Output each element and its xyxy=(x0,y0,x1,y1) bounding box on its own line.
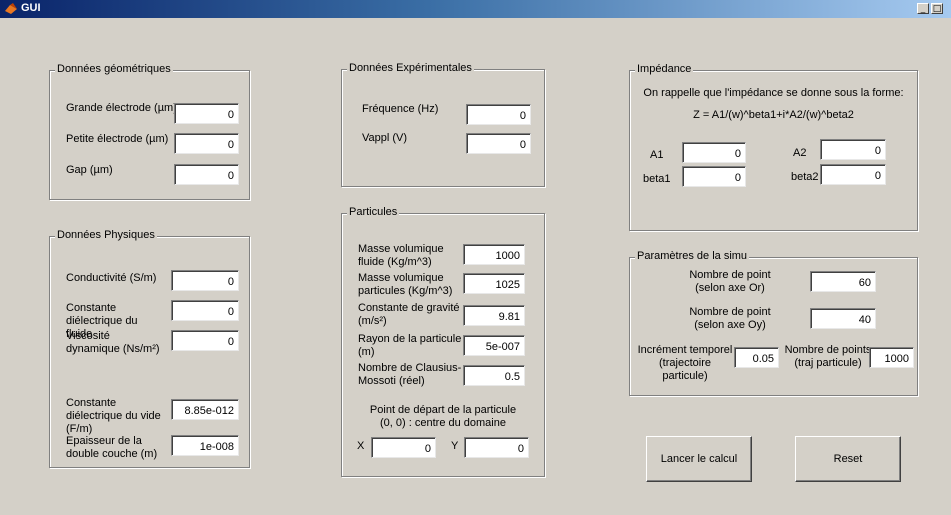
nombre-point-or-field[interactable]: 60 xyxy=(810,271,876,292)
masse-fluide-field[interactable]: 1000 xyxy=(463,244,525,265)
reset-label: Reset xyxy=(833,453,863,465)
a2-label: A2 xyxy=(793,147,807,159)
experimental-panel: Données Expérimentales xyxy=(341,62,545,187)
cst-dielectrique-vide-label: Constante diélectrique du vide (F/m) xyxy=(66,397,161,435)
grande-electrode-label: Grande électrode (µm) xyxy=(66,102,177,114)
y-label: Y xyxy=(451,440,459,452)
clausius-field[interactable]: 0.5 xyxy=(463,365,525,386)
nombre-points-traj-field[interactable]: 1000 xyxy=(869,347,914,368)
maximize-button[interactable]: □ xyxy=(931,3,943,14)
lancer-calcul-label: Lancer le calcul xyxy=(660,453,738,465)
a2-field[interactable]: 0 xyxy=(820,139,886,160)
vappl-label: Vappl (V) xyxy=(362,132,408,144)
beta2-label: beta2 xyxy=(791,171,819,183)
geometry-panel-title: Données géométriques xyxy=(55,63,173,75)
nombre-point-oy-label: Nombre de point (selon axe Oy) xyxy=(689,306,771,331)
lancer-calcul-button[interactable]: Lancer le calcul xyxy=(646,436,752,482)
point-depart-label: Point de départ de la particule xyxy=(369,404,517,416)
clausius-label: Nombre de Clausius-Mossoti (réel) xyxy=(358,362,462,387)
nombre-point-oy-field[interactable]: 40 xyxy=(810,308,876,329)
cst-dielectrique-fluide-field[interactable]: 0 xyxy=(171,300,239,321)
frequence-label: Fréquence (Hz) xyxy=(362,103,439,115)
simulation-panel-title: Paramètres de la simu xyxy=(635,250,750,262)
conductivite-field[interactable]: 0 xyxy=(171,270,239,291)
petite-electrode-field[interactable]: 0 xyxy=(174,133,239,154)
minimize-button[interactable]: _ xyxy=(917,3,929,14)
a1-field[interactable]: 0 xyxy=(682,142,746,163)
point-depart-note: (0, 0) : centre du domaine xyxy=(380,417,506,429)
masse-fluide-label: Masse volumique fluide (Kg/m^3) xyxy=(358,243,444,268)
masse-particules-field[interactable]: 1025 xyxy=(463,273,525,294)
physics-panel-title: Données Physiques xyxy=(55,229,157,241)
increment-temporel-label: Incrément temporel (trajectoire particul… xyxy=(637,344,733,382)
conductivite-label: Conductivité (S/m) xyxy=(66,272,157,284)
impedance-note: On rappelle que l'impédance se donne sou… xyxy=(643,87,904,99)
rayon-field[interactable]: 5e-007 xyxy=(463,335,525,356)
epaisseur-field[interactable]: 1e-008 xyxy=(171,435,239,456)
experimental-panel-title: Données Expérimentales xyxy=(347,62,474,74)
window-title: GUI xyxy=(21,2,41,14)
x-field[interactable]: 0 xyxy=(371,437,436,458)
epaisseur-label: Epaisseur de la double couche (m) xyxy=(66,435,158,460)
beta1-label: beta1 xyxy=(643,173,671,185)
vappl-field[interactable]: 0 xyxy=(466,133,531,154)
grande-electrode-field[interactable]: 0 xyxy=(174,103,239,124)
gap-field[interactable]: 0 xyxy=(174,164,239,185)
impedance-formula: Z = A1/(w)^beta1+i*A2/(w)^beta2 xyxy=(693,109,854,121)
nombre-point-or-label: Nombre de point (selon axe Or) xyxy=(689,269,771,294)
cst-dielectrique-vide-field[interactable]: 8.85e-012 xyxy=(171,399,239,420)
title-bar: GUI _ □ xyxy=(0,0,951,18)
increment-temporel-field[interactable]: 0.05 xyxy=(734,347,779,368)
a1-label: A1 xyxy=(650,149,664,161)
nombre-points-traj-label: Nombre de points (traj particule) xyxy=(784,344,872,369)
beta2-field[interactable]: 0 xyxy=(820,164,886,185)
masse-particules-label: Masse volumique particules (Kg/m^3) xyxy=(358,272,453,297)
viscosite-field[interactable]: 0 xyxy=(171,330,239,351)
gravite-field[interactable]: 9.81 xyxy=(463,305,525,326)
petite-electrode-label: Petite électrode (µm) xyxy=(66,133,169,145)
beta1-field[interactable]: 0 xyxy=(682,166,746,187)
matlab-logo-icon xyxy=(5,3,17,14)
gap-label: Gap (µm) xyxy=(66,164,113,176)
gravite-label: Constante de gravité (m/s²) xyxy=(358,302,460,327)
reset-button[interactable]: Reset xyxy=(795,436,901,482)
y-field[interactable]: 0 xyxy=(464,437,529,458)
impedance-panel-title: Impédance xyxy=(635,63,694,75)
x-label: X xyxy=(357,440,365,452)
particles-panel-title: Particules xyxy=(347,206,400,218)
rayon-label: Rayon de la particule (m) xyxy=(358,333,462,358)
viscosite-label: Viscosité dynamique (Ns/m²) xyxy=(66,330,160,355)
frequence-field[interactable]: 0 xyxy=(466,104,531,125)
